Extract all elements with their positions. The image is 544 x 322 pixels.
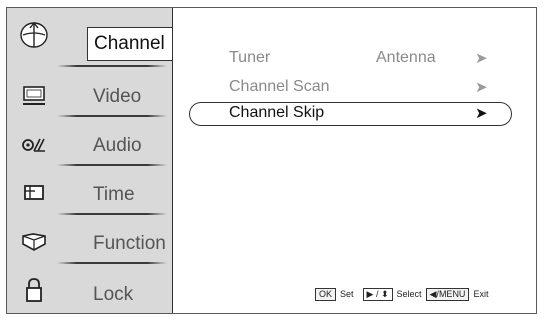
exit-label: Exit	[473, 289, 489, 299]
sidebar: Channel Video Audio Time Function Lock	[7, 8, 187, 313]
sidebar-item-label: Lock	[93, 284, 134, 305]
sidebar-item-label: Video	[93, 86, 142, 107]
menu-item-label: Channel Scan	[229, 78, 330, 95]
sidebar-item-label: Audio	[93, 135, 142, 156]
set-label: Set	[340, 289, 354, 299]
settings-menu-window: Channel Video Audio Time Function Lock T…	[6, 7, 537, 314]
menu-item-tuner[interactable]: Tuner Antenna ➤	[173, 46, 523, 72]
help-bar: OK Set ▶ / ⬍ Select ◀/MENU Exit	[315, 287, 488, 301]
sidebar-item-function[interactable]: Function	[7, 219, 172, 267]
sidebar-item-label: Function	[93, 233, 166, 254]
sidebar-divider	[57, 164, 167, 166]
menu-item-label: Tuner	[229, 49, 271, 66]
sidebar-divider	[57, 115, 167, 117]
menu-item-channel-skip[interactable]: Channel Skip ➤	[173, 101, 523, 127]
function-icon	[17, 227, 51, 257]
sidebar-item-label: Channel	[94, 33, 165, 54]
arrow-right-icon: ➤	[475, 50, 488, 67]
audio-icon	[17, 130, 51, 160]
sidebar-divider	[57, 213, 167, 215]
monitor-icon	[17, 81, 51, 111]
ok-key: OK	[315, 287, 337, 301]
sidebar-divider	[57, 262, 167, 264]
select-label: Select	[396, 289, 422, 299]
antenna-icon	[17, 20, 51, 50]
sidebar-item-label: Time	[93, 184, 135, 205]
menu-item-channel-scan[interactable]: Channel Scan ➤	[173, 75, 523, 101]
time-icon	[17, 178, 51, 208]
tuner-value: Antenna	[376, 49, 436, 66]
sidebar-item-video[interactable]: Video	[7, 72, 172, 120]
menu-key: ◀/MENU	[425, 287, 470, 301]
sidebar-item-audio[interactable]: Audio	[7, 121, 172, 169]
menu-item-label: Channel Skip	[229, 104, 325, 121]
arrow-right-icon: ➤	[475, 105, 488, 122]
sidebar-item-time[interactable]: Time	[7, 170, 172, 218]
sidebar-item-lock[interactable]: Lock	[7, 268, 172, 313]
channel-settings-panel: Tuner Antenna ➤ Channel Scan ➤ Channel S…	[172, 8, 536, 313]
navigate-key: ▶ / ⬍	[362, 287, 393, 301]
lock-icon	[17, 275, 51, 305]
arrow-right-icon: ➤	[475, 79, 488, 96]
sidebar-divider	[57, 65, 167, 67]
